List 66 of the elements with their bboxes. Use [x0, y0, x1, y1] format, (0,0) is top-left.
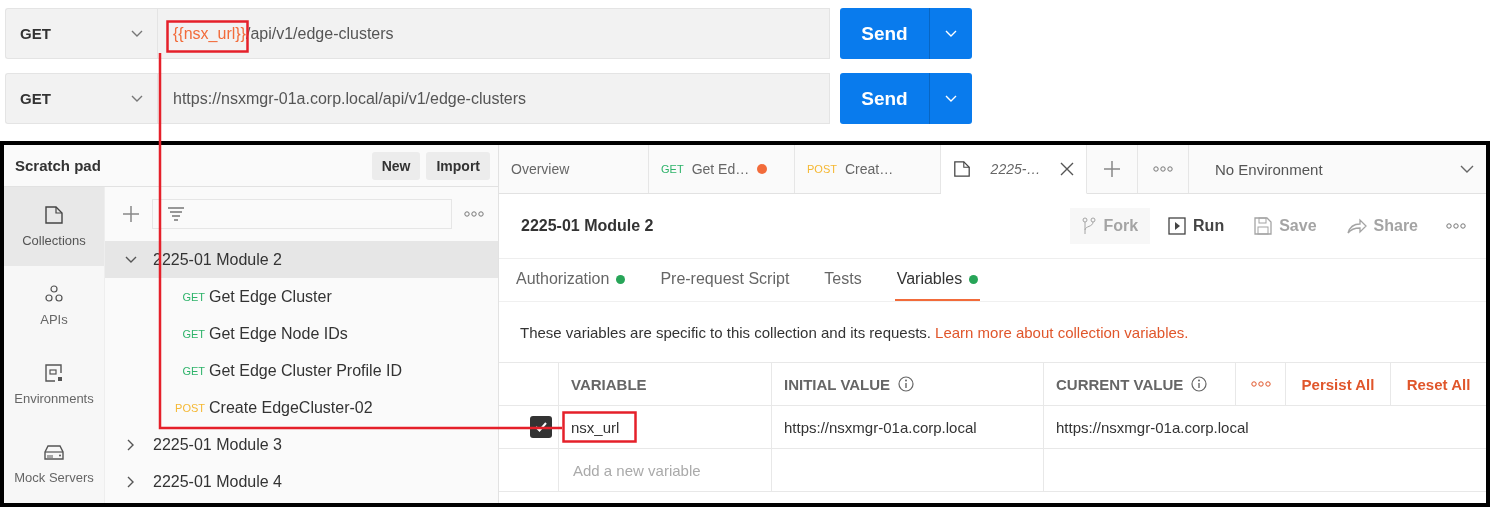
more-icon[interactable] [1153, 166, 1173, 172]
tab[interactable]: 2225-… [941, 145, 1087, 194]
new-button[interactable]: New [371, 151, 421, 180]
new-variable-field[interactable]: Add a new variable [571, 460, 765, 480]
caret-icon [131, 29, 143, 38]
filter-icon [167, 207, 185, 221]
nav-item[interactable]: APIs [4, 266, 104, 345]
caret-icon [1460, 165, 1474, 173]
more-icon[interactable] [1446, 223, 1466, 229]
nav-item[interactable]: Collections [4, 187, 104, 266]
send-button[interactable]: Send [840, 8, 930, 59]
action-button[interactable]: Run [1156, 208, 1237, 244]
environment-select[interactable]: No Environment [1189, 145, 1486, 193]
collections-icon [44, 205, 64, 225]
filter-field[interactable] [152, 199, 452, 229]
add-icon[interactable] [122, 205, 140, 223]
tab[interactable]: GET Get Ed… [649, 145, 795, 193]
environment-icon [44, 363, 64, 383]
description-text: These variables are specific to this collection and its requests. [520, 323, 932, 341]
request-item[interactable]: POST Create EdgeCluster-02 [105, 389, 498, 426]
collection-item[interactable]: 2225-01 Module 4 [105, 463, 498, 500]
url-field[interactable]: https://nsxmgr-01a.corp.local/api/v1/edge-clusters [157, 73, 830, 124]
column-header: VARIABLE [571, 375, 647, 393]
initial-value[interactable]: https://nsxmgr-01a.corp.local [784, 418, 977, 436]
caret-icon [945, 29, 957, 38]
column-header: INITIAL VALUE [784, 375, 891, 393]
share-icon [1346, 217, 1367, 235]
server-icon [43, 442, 65, 462]
current-value[interactable]: https://nsxmgr-01a.corp.local [1056, 418, 1249, 436]
request-item[interactable]: GET Get Edge Node IDs [105, 315, 498, 352]
play-icon [1168, 217, 1187, 235]
persist-all-link[interactable]: Persist All [1301, 375, 1375, 393]
caret-icon [945, 94, 957, 103]
import-button[interactable]: Import [426, 151, 490, 180]
caret-icon [131, 94, 143, 103]
request-item[interactable]: GET Get Edge Cluster Profile ID [105, 352, 498, 389]
info-icon [898, 376, 915, 392]
nav-item[interactable]: Mock Servers [4, 424, 104, 503]
request-item[interactable]: GET Get Edge Cluster [105, 278, 498, 315]
nav-item[interactable]: Environments [4, 345, 104, 424]
collection-title: 2225-01 Module 2 [521, 217, 654, 235]
sub-tab[interactable]: Pre-request Script [658, 259, 792, 301]
method-select[interactable]: GET [5, 73, 157, 124]
close-icon[interactable] [1060, 162, 1074, 176]
collection-item[interactable]: 2225-01 Module 3 [105, 426, 498, 463]
variable-name[interactable]: nsx_url [571, 418, 620, 436]
fork-icon [1082, 217, 1097, 235]
tab[interactable]: Overview [499, 145, 649, 193]
learn-more-link[interactable]: Learn more about collection variables. [935, 323, 1189, 341]
more-icon[interactable] [464, 211, 484, 217]
collection-icon [953, 160, 971, 178]
column-header: CURRENT VALUE [1056, 375, 1184, 393]
save-icon [1254, 217, 1273, 235]
circles-icon [44, 284, 64, 304]
workspace-title: Scratch pad [15, 157, 101, 174]
send-button[interactable]: Send [840, 73, 930, 124]
checkbox[interactable] [530, 416, 552, 438]
sub-tab[interactable]: Tests [822, 259, 864, 301]
sub-tab[interactable]: Authorization [514, 259, 628, 301]
check-icon [535, 422, 547, 432]
reset-all-link[interactable]: Reset All [1406, 375, 1471, 393]
sub-tab[interactable]: Variables [894, 259, 981, 301]
add-tab-icon[interactable] [1103, 160, 1121, 178]
more-icon[interactable] [1250, 381, 1271, 387]
info-icon [1191, 376, 1208, 392]
method-select[interactable]: GET [5, 8, 157, 59]
